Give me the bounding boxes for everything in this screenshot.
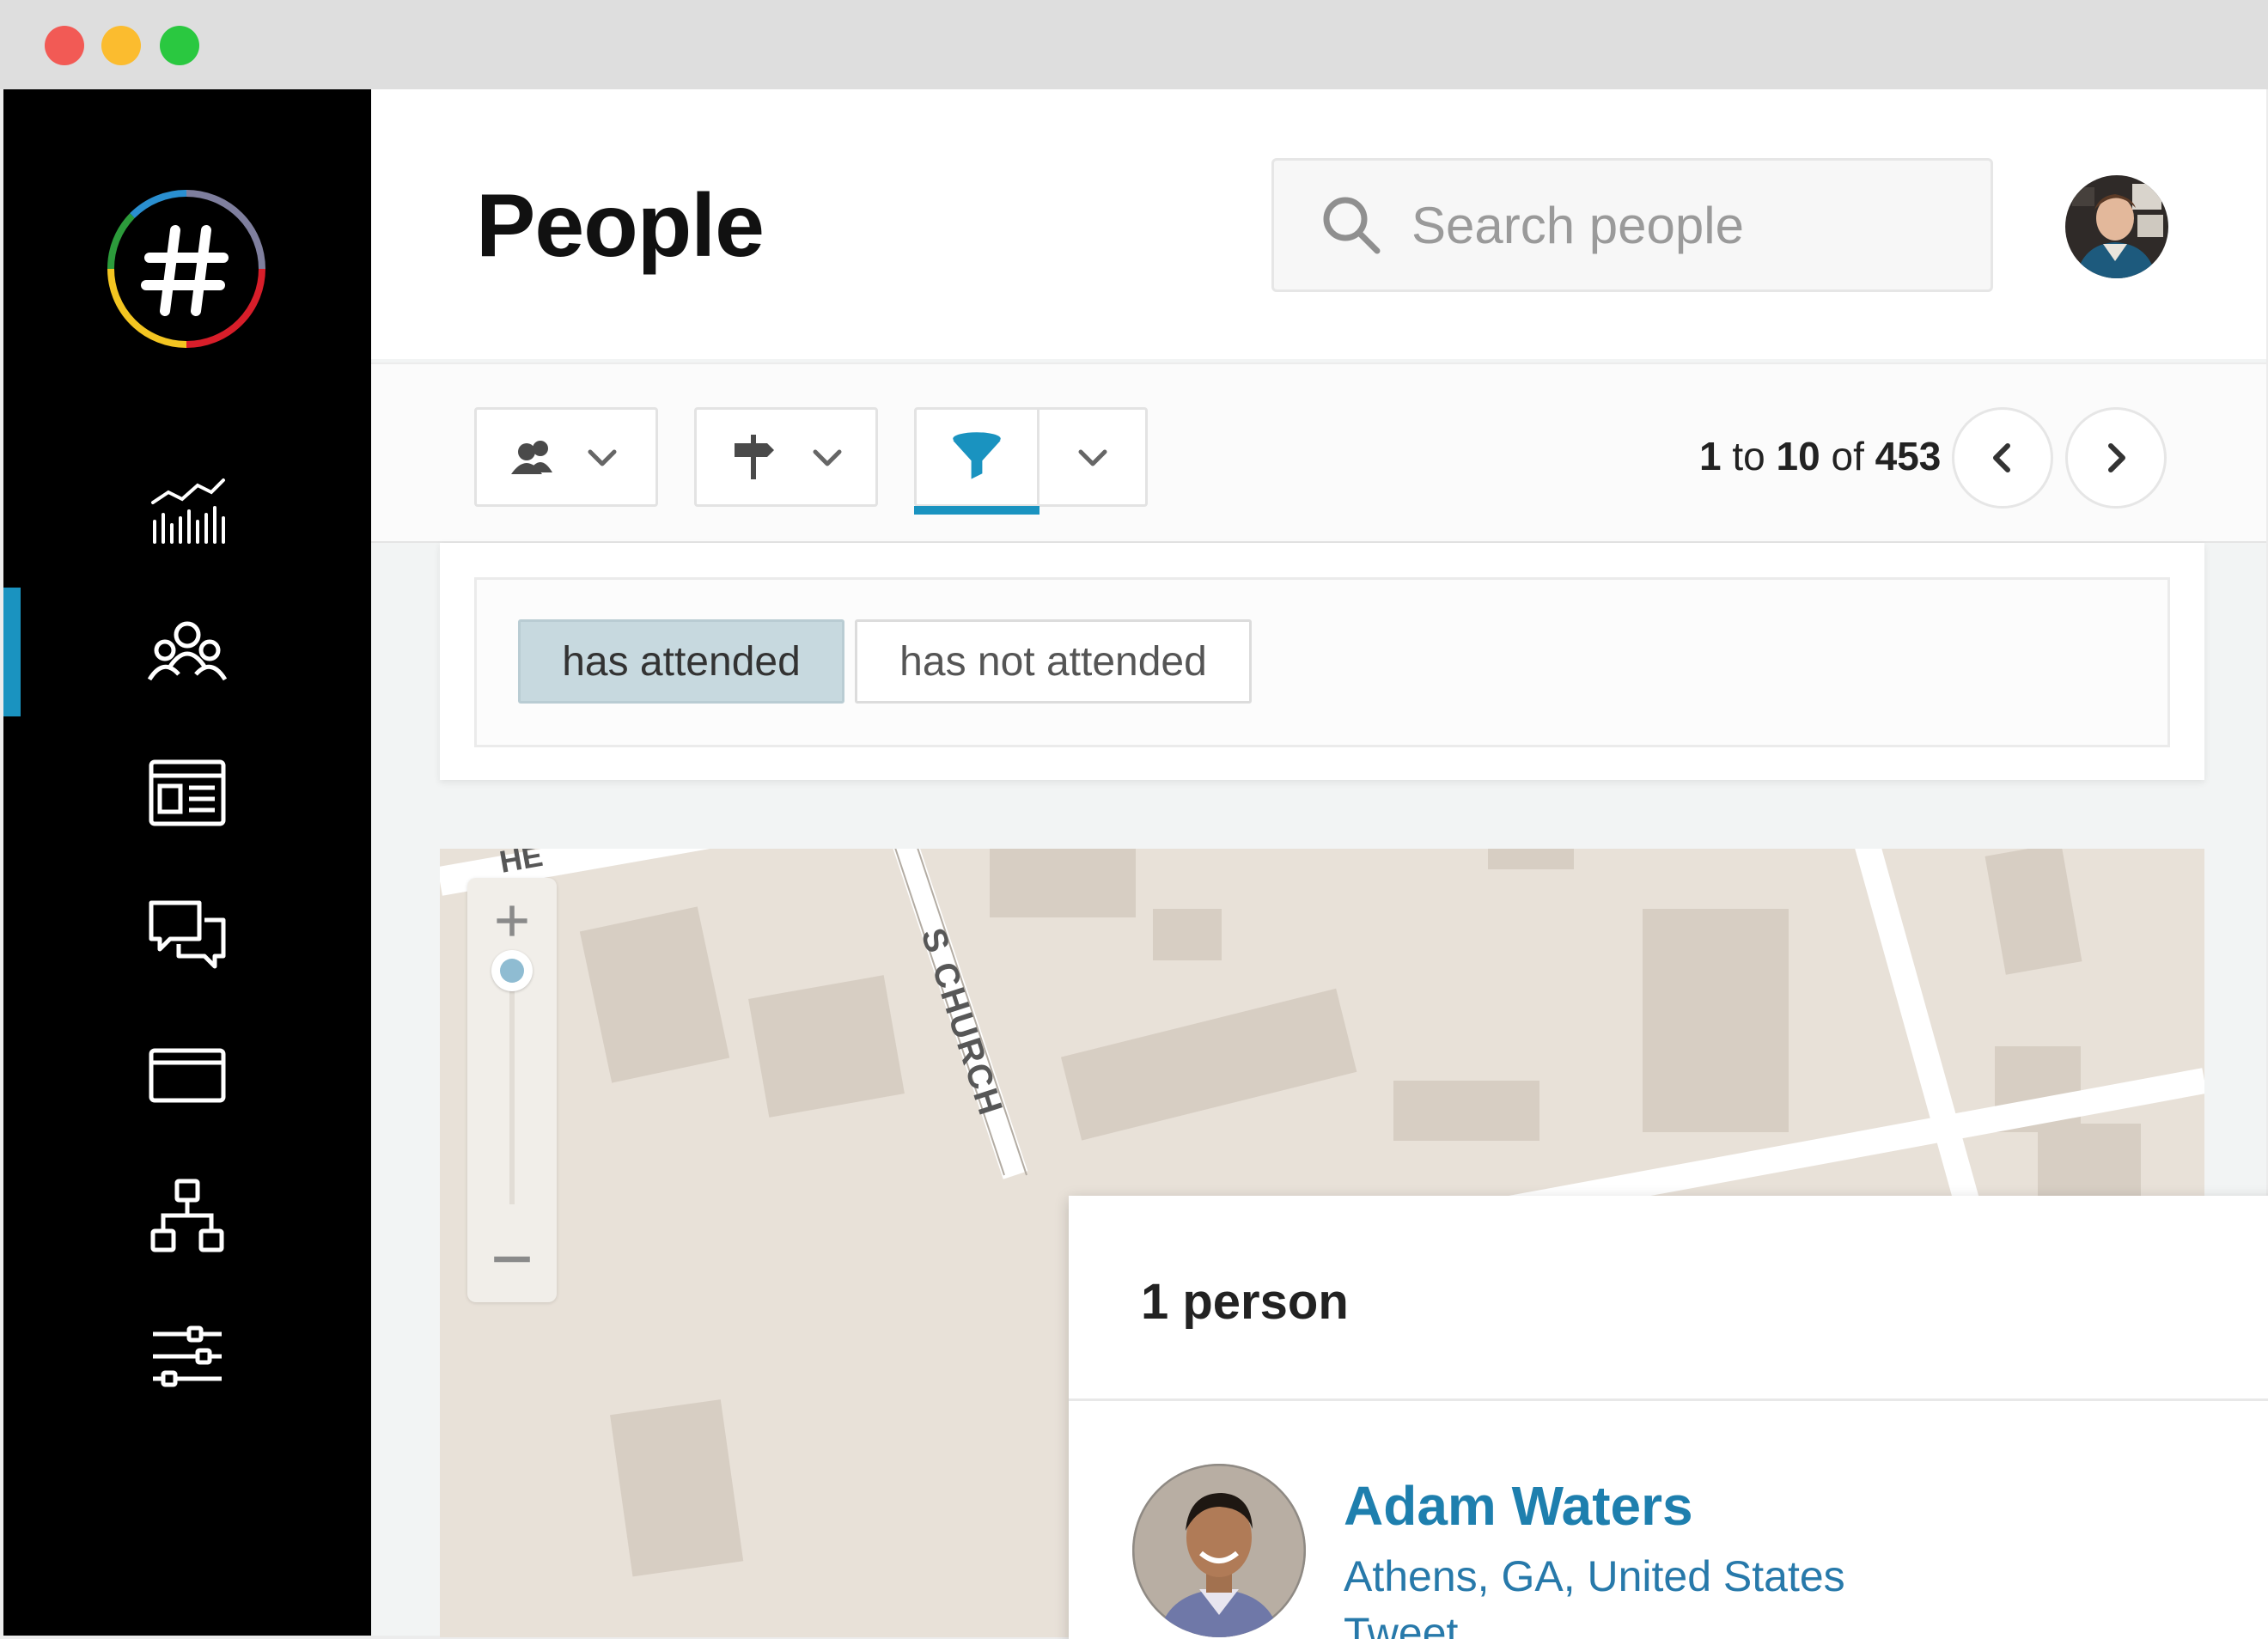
zoom-out-button[interactable] — [467, 1225, 557, 1294]
zoom-in-button[interactable] — [467, 887, 557, 955]
tweet-link[interactable]: Tweet — [1344, 1608, 1458, 1639]
network-icon — [150, 1179, 224, 1252]
chevron-down-icon — [813, 449, 842, 466]
sidebar — [3, 89, 371, 1636]
page-header: People — [371, 89, 2266, 359]
plus-icon — [497, 905, 527, 936]
chevron-down-icon — [1078, 449, 1107, 466]
pager-from: 1 — [1699, 434, 1722, 478]
pager-to-word: to — [1732, 434, 1765, 478]
search-input[interactable] — [1410, 194, 1963, 256]
search-box[interactable] — [1271, 158, 1993, 292]
pager-of-word: of — [1831, 434, 1864, 478]
maximize-window-button[interactable] — [160, 26, 199, 65]
person-result: Adam Waters Athens, GA, United States Tw… — [1132, 1464, 2268, 1639]
popup-title: 1 person — [1141, 1274, 1349, 1330]
sidebar-item-newsletter[interactable] — [3, 728, 371, 857]
zoom-slider-handle[interactable] — [491, 950, 533, 991]
conversations-icon — [149, 900, 226, 969]
newsletter-icon — [149, 759, 226, 826]
chevron-right-icon — [2108, 443, 2125, 472]
pagination-summary: 1 to 10 of 453 — [1699, 433, 1941, 479]
close-window-button[interactable] — [45, 26, 84, 65]
filter-options-toggle[interactable] — [1040, 410, 1145, 504]
zoom-track — [509, 972, 515, 1204]
path-dropdown-button[interactable] — [694, 407, 878, 507]
people-icon — [147, 621, 228, 681]
filter-dropdown-button[interactable] — [914, 407, 1148, 515]
settings-sliders-icon — [153, 1325, 222, 1387]
sidebar-item-network[interactable] — [3, 1151, 371, 1280]
sidebar-item-people[interactable] — [3, 588, 371, 716]
person-avatar[interactable] — [1132, 1464, 1306, 1637]
filter-toggle[interactable] — [917, 410, 1037, 504]
has-not-attended-chip[interactable]: has not attended — [855, 619, 1252, 704]
person-location: Athens, GA, United States — [1344, 1552, 1845, 1600]
person-avatar-image — [1132, 1464, 1306, 1637]
popup-header: 1 person — [1069, 1196, 2268, 1401]
user-avatar-image — [2065, 175, 2168, 278]
minus-icon — [494, 1256, 530, 1263]
pager-total: 453 — [1875, 434, 1942, 478]
attendance-filter-options: has attended has not attended — [474, 577, 2170, 747]
has-attended-chip[interactable]: has attended — [518, 619, 844, 704]
app-window: People Search people 1 to 10 of 453 has … — [0, 0, 2268, 1639]
map-popup: 1 person Adam Waters Athens, GA, United … — [1069, 1196, 2268, 1639]
funnel-icon — [953, 432, 1001, 479]
chevron-down-icon — [588, 449, 617, 466]
previous-page-button[interactable] — [1952, 407, 2053, 509]
attendance-filter-panel: has attended has not attended — [440, 543, 2204, 780]
sidebar-item-conversations[interactable] — [3, 869, 371, 998]
current-user-avatar[interactable] — [2065, 175, 2168, 278]
pager-to: 10 — [1776, 434, 1820, 478]
app-logo[interactable] — [107, 189, 266, 349]
segment-dropdown-button[interactable] — [474, 407, 658, 507]
person-name-link[interactable]: Adam Waters — [1344, 1474, 1693, 1538]
signpost-icon — [735, 435, 774, 479]
minimize-window-button[interactable] — [101, 26, 141, 65]
search-icon — [1323, 197, 1381, 254]
main-content: People Search people 1 to 10 of 453 has … — [371, 89, 2268, 1639]
card-icon — [149, 1048, 226, 1103]
page-title: People — [476, 176, 765, 276]
people-segment-icon — [511, 441, 552, 474]
active-filter-indicator — [914, 506, 1040, 515]
sidebar-item-settings[interactable] — [3, 1292, 371, 1421]
filter-toolbar: 1 to 10 of 453 — [371, 363, 2266, 543]
analytics-icon — [151, 478, 225, 544]
chevron-left-icon — [1993, 443, 2010, 472]
sidebar-item-analytics[interactable] — [3, 447, 371, 576]
next-page-button[interactable] — [2065, 407, 2167, 509]
map-zoom-control — [467, 878, 557, 1302]
window-titlebar — [0, 0, 2268, 89]
hashtag-logo-icon — [107, 189, 265, 348]
sidebar-item-payments[interactable] — [3, 1010, 371, 1139]
